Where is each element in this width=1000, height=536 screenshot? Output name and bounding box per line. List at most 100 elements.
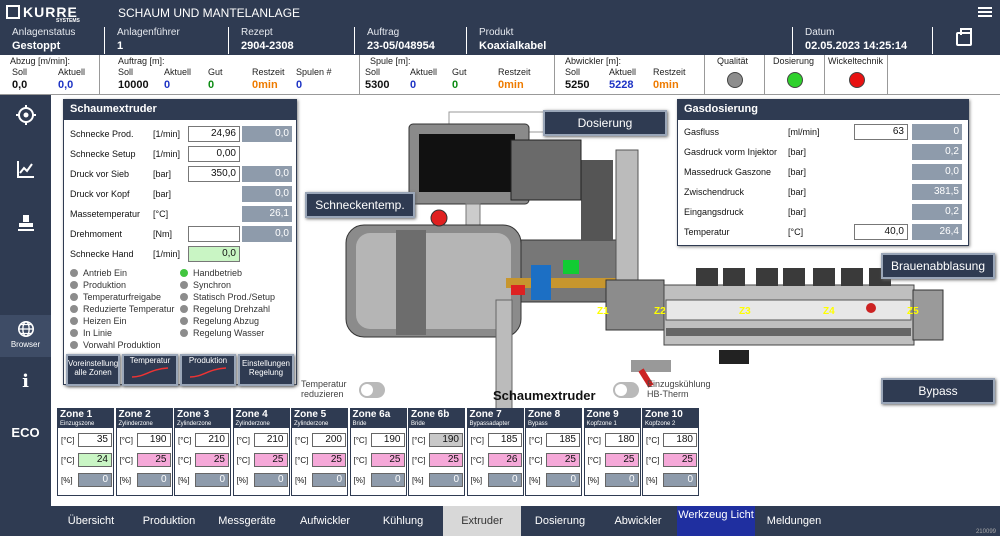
status-indicator: Handbetrieb — [180, 268, 242, 278]
nav-tab[interactable]: Messgeräte — [208, 506, 286, 536]
setpoint-input[interactable]: 350,0 — [188, 166, 240, 182]
param-label: Schnecke Prod. — [70, 129, 134, 139]
zone-unit: [°C] — [295, 436, 309, 445]
zone-name: Zone 9 — [586, 409, 619, 420]
status-led-icon — [70, 317, 78, 325]
zone-value: 0 — [487, 473, 522, 487]
status-label: Reduzierte Temperatur — [83, 304, 175, 314]
zone-value: 24 — [78, 453, 112, 467]
nav-tab[interactable]: Übersicht — [52, 506, 130, 536]
setpoint-input[interactable]: 0,00 — [188, 146, 240, 162]
toggle-kuehlung-label: Einzugskühlung HB-Therm — [647, 379, 711, 399]
param-label: Temperatur — [684, 227, 730, 237]
app-title: SCHAUM UND MANTELANLAGE — [118, 6, 301, 20]
zone-name: Zone 5 — [294, 409, 327, 420]
zone-unit: [%] — [646, 476, 658, 485]
zone-value[interactable]: 190 — [136, 433, 171, 447]
sidebar-target[interactable] — [0, 105, 51, 135]
temperatur-reduzieren-toggle[interactable] — [359, 382, 385, 398]
zone-unit: [°C] — [353, 456, 367, 465]
dosierung-button[interactable]: Dosierung — [543, 110, 667, 136]
zone-unit: [°C] — [470, 436, 484, 445]
sidebar-eco[interactable]: ECO — [0, 425, 51, 447]
sidebar-browser[interactable]: Browser — [0, 315, 51, 357]
brauenabblasung-button[interactable]: Brauenabblasung — [881, 253, 995, 279]
status-led-icon — [180, 305, 188, 313]
einzugskuehlung-toggle[interactable] — [613, 382, 639, 398]
zone-value[interactable]: 185 — [487, 433, 522, 447]
zone-value[interactable]: 210 — [253, 433, 288, 447]
zone-unit: [%] — [178, 476, 190, 485]
param-unit: [ml/min] — [788, 127, 820, 137]
zone-subtitle: Zylinderzone — [177, 421, 212, 427]
voreinstellung-button[interactable]: Voreinstellung alle Zonen — [66, 354, 120, 386]
zone-name: Zone 8 — [528, 409, 561, 420]
nav-tab[interactable]: Kühlung — [364, 506, 442, 536]
schneckentemp-button[interactable]: Schneckentemp. — [305, 192, 415, 218]
einstellungen-regelung-button[interactable]: Einstellungen Regelung — [238, 354, 294, 386]
zone-value[interactable]: 190 — [370, 433, 405, 447]
param-label: Drehmoment — [70, 229, 123, 239]
nav-tab[interactable]: Produktion — [130, 506, 208, 536]
zone-value[interactable]: 200 — [312, 433, 346, 447]
status-label: Temperaturfreigabe — [83, 292, 162, 302]
nav-tab[interactable]: Meldungen — [755, 506, 833, 536]
status-label: Produktion — [83, 280, 127, 290]
status-label: Heizen Ein — [83, 316, 127, 326]
nav-tab[interactable]: Werkzeug Licht — [677, 506, 755, 536]
status-indicator: Synchron — [180, 280, 231, 290]
zone-value[interactable]: 185 — [546, 433, 580, 447]
zone-unit: [°C] — [529, 436, 543, 445]
hamburger-menu-icon[interactable] — [978, 5, 992, 19]
zone-label-z1: Z1 — [597, 306, 609, 317]
actual-value: 0 — [912, 124, 962, 140]
param-label: Massedruck Gaszone — [684, 167, 772, 177]
zone-value[interactable]: 180 — [663, 433, 697, 447]
param-unit: [bar] — [153, 169, 172, 179]
zone-subtitle: Kopfzone 2 — [645, 421, 676, 427]
sidebar-trend[interactable] — [0, 159, 51, 189]
status-indicator: Temperaturfreigabe — [70, 292, 161, 302]
nav-tab[interactable]: Dosierung — [521, 506, 599, 536]
setpoint-input[interactable]: 40,0 — [854, 224, 908, 240]
temperature-zone: Zone 6b Bride [°C] 190 [°C] 25 [%] 0 — [408, 408, 465, 496]
bypass-button[interactable]: Bypass — [881, 378, 995, 404]
zone-value: 25 — [429, 453, 463, 467]
produktion-trend-button[interactable]: Produktion — [180, 354, 236, 386]
nav-tab[interactable]: Aufwickler — [286, 506, 364, 536]
sidebar-stamp[interactable] — [0, 213, 51, 243]
param-label: Massetemperatur — [70, 209, 141, 219]
zone-unit: [%] — [295, 476, 307, 485]
setpoint-input[interactable]: 24,96 — [188, 126, 240, 142]
target-icon — [15, 105, 36, 125]
schaum-row: Druck vor Sieb [bar] 350,0 0,0 — [70, 166, 292, 183]
zone-name: Zone 10 — [645, 409, 683, 420]
nav-tab[interactable]: Extruder — [443, 506, 521, 536]
nav-tab[interactable]: Abwickler — [599, 506, 677, 536]
setpoint-input[interactable] — [188, 226, 240, 242]
setpoint-input[interactable]: 63 — [854, 124, 908, 140]
zone-value: 25 — [195, 453, 229, 467]
temperatur-trend-button[interactable]: Temperatur — [122, 354, 178, 386]
zone-value[interactable]: 210 — [195, 433, 229, 447]
kpi-bar: Abzug [m/min]: Soll Aktuell 0,0 0,0 Auftra… — [0, 55, 1000, 95]
zone-name: Zone 2 — [118, 409, 151, 420]
schaum-row: Drehmoment [Nm] 0,0 — [70, 226, 292, 243]
setpoint-input[interactable]: 0,0 — [188, 246, 240, 262]
status-led-icon — [180, 293, 188, 301]
info-auftrag: Auftrag 23-05/048954 — [355, 27, 467, 54]
produktion-button-label: Produktion — [188, 356, 228, 365]
status-led-icon — [70, 329, 78, 337]
gas-row: Gasfluss [ml/min] 63 0 — [684, 124, 964, 141]
zone-value: 25 — [312, 453, 346, 467]
schaum-row: Schnecke Prod. [1/min] 24,96 0,0 — [70, 126, 292, 143]
info-icon[interactable]: i — [0, 371, 51, 399]
zone-value[interactable]: 190 — [429, 433, 463, 447]
status-label: In Linie — [83, 328, 113, 338]
printer-icon[interactable] — [956, 28, 972, 46]
actual-value: 0,0 — [242, 166, 292, 182]
zone-value[interactable]: 180 — [604, 433, 639, 447]
zone-label-z4: Z4 — [823, 306, 835, 317]
zone-value[interactable]: 35 — [78, 433, 112, 447]
info-anlagenstatus: Anlagenstatus Gestoppt — [0, 27, 105, 54]
